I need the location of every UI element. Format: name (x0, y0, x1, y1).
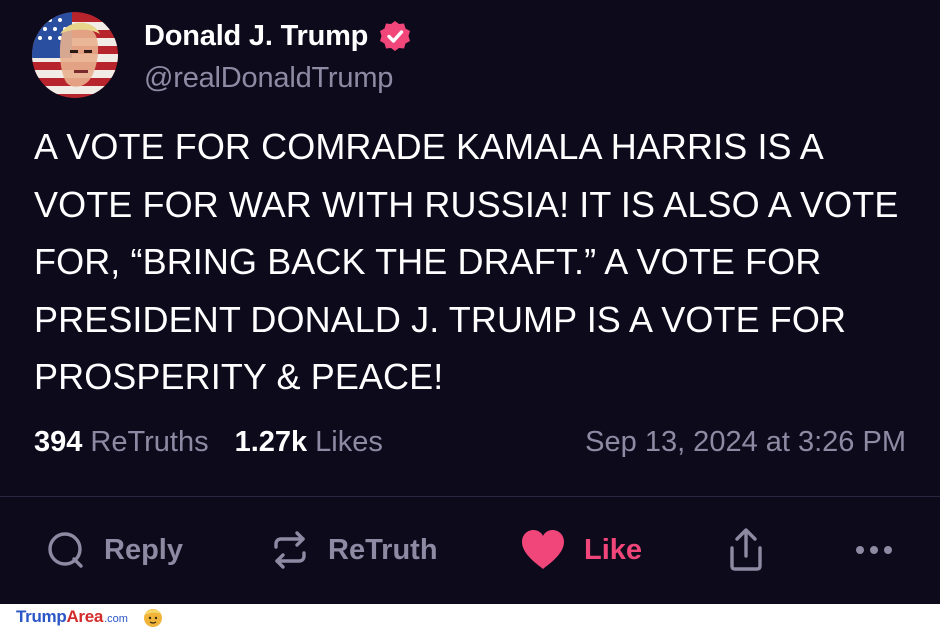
brand-trump: Trump (16, 606, 67, 626)
verified-badge-icon (378, 19, 412, 53)
brand-area: Area (66, 606, 104, 626)
retruth-label: ReTruth (328, 533, 438, 566)
watermark-footer: Trump Area .com (0, 604, 940, 629)
mascot-icon (142, 606, 164, 628)
post-stats: 394 ReTruths 1.27k Likes Sep 13, 2024 at… (34, 422, 906, 462)
like-label: Like (584, 533, 643, 566)
likes-count[interactable]: 1.27k (235, 426, 308, 459)
more-icon (854, 544, 894, 556)
retruth-button[interactable]: ReTruth (270, 520, 438, 580)
post-text: A VOTE FOR COMRADE KAMALA HARRIS IS A VO… (34, 126, 899, 397)
post-card: Donald J. Trump @realDonaldTrump A VOTE … (0, 0, 940, 604)
retruths-count[interactable]: 394 (34, 426, 82, 459)
like-button[interactable]: Like (520, 520, 642, 580)
avatar-image (32, 12, 118, 98)
reply-label: Reply (104, 533, 183, 566)
share-icon (726, 528, 766, 572)
post-timestamp: Sep 13, 2024 at 3:26 PM (585, 425, 906, 458)
brand-domain: .com (104, 612, 128, 625)
reply-icon (46, 530, 86, 570)
divider (0, 496, 940, 497)
display-name-row: Donald J. Trump (144, 18, 412, 54)
author-handle[interactable]: @realDonaldTrump (144, 62, 412, 95)
display-name[interactable]: Donald J. Trump (144, 20, 368, 53)
retruths-label[interactable]: ReTruths (90, 426, 208, 459)
share-button[interactable] (726, 520, 766, 580)
avatar[interactable] (32, 12, 118, 98)
reply-button[interactable]: Reply (46, 520, 183, 580)
likes-label[interactable]: Likes (315, 426, 383, 459)
heart-icon (520, 529, 566, 571)
post-header: Donald J. Trump @realDonaldTrump (32, 12, 412, 102)
retruth-icon (270, 530, 310, 570)
more-button[interactable] (854, 520, 894, 580)
author-names: Donald J. Trump @realDonaldTrump (144, 18, 412, 95)
action-bar: Reply ReTruth Like (0, 520, 940, 580)
